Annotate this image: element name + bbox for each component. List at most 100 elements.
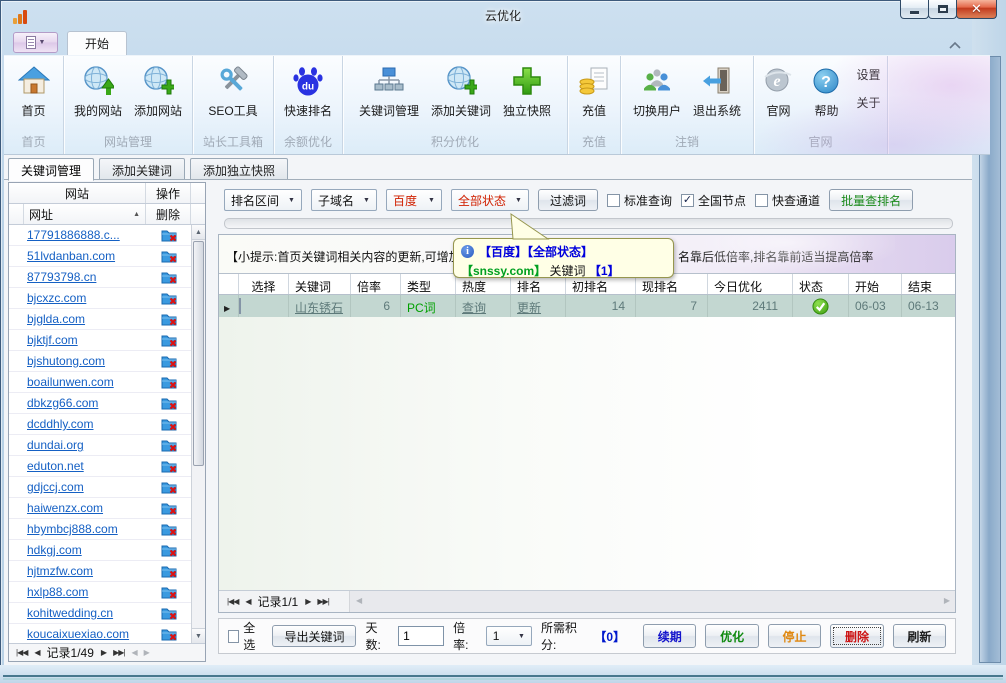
delete-site-button[interactable]	[146, 459, 191, 473]
settings-button[interactable]: 设置	[856, 66, 880, 83]
site-link[interactable]: boailunwen.com	[24, 375, 146, 389]
site-row[interactable]: 17791886888.c...	[9, 225, 191, 246]
site-row[interactable]: boailunwen.com	[9, 372, 191, 393]
my-sites-button[interactable]: 我的网站	[68, 59, 128, 123]
site-list-scrollbar[interactable]: ▲ ▼	[191, 225, 205, 643]
ribbon-tab-start[interactable]: 开始	[67, 31, 127, 55]
column-header-url[interactable]: 网址 ▲	[24, 204, 146, 224]
select-all-checkbox[interactable]	[228, 630, 239, 643]
site-link[interactable]: bjshutong.com	[24, 354, 146, 368]
delete-site-button[interactable]	[146, 354, 191, 368]
standard-query-checkbox[interactable]	[607, 194, 620, 207]
maximize-button[interactable]	[928, 0, 957, 19]
site-link[interactable]: haiwenzx.com	[24, 501, 146, 515]
site-link[interactable]: koucaixuexiao.com	[24, 627, 146, 641]
tab-keyword-manage[interactable]: 关键词管理	[8, 158, 94, 181]
rate-combobox[interactable]: 1▼	[486, 626, 532, 646]
days-input[interactable]	[398, 626, 444, 646]
delete-site-button[interactable]	[146, 291, 191, 305]
collapse-ribbon-button[interactable]	[948, 39, 962, 49]
site-link[interactable]: bjcxzc.com	[24, 291, 146, 305]
delete-site-button[interactable]	[146, 501, 191, 515]
delete-site-button[interactable]	[146, 627, 191, 641]
pager-first-icon[interactable]: |◀◀	[227, 597, 238, 606]
stop-button[interactable]: 停止	[768, 624, 821, 648]
delete-site-button[interactable]	[146, 564, 191, 578]
site-link[interactable]: hjtmzfw.com	[24, 564, 146, 578]
site-row[interactable]: koucaixuexiao.com	[9, 624, 191, 643]
pager-prev-icon[interactable]: ◀	[34, 648, 39, 657]
site-row[interactable]: 51lvdanban.com	[9, 246, 191, 267]
pager-prev-icon[interactable]: ◀	[245, 597, 250, 606]
rank-range-combobox[interactable]: 排名区间▼	[224, 189, 302, 211]
site-row[interactable]: dundai.org	[9, 435, 191, 456]
site-link[interactable]: dbkzg66.com	[24, 396, 146, 410]
renew-button[interactable]: 续期	[643, 624, 696, 648]
engine-combobox[interactable]: 百度▼	[386, 189, 442, 211]
column-header-site[interactable]: 网站	[9, 183, 146, 203]
site-row[interactable]: hbymbcj888.com	[9, 519, 191, 540]
pager-last-icon[interactable]: ▶▶|	[317, 597, 328, 606]
batch-rank-query-button[interactable]: 批量查排名	[829, 189, 913, 211]
delete-site-button[interactable]	[146, 270, 191, 284]
site-link[interactable]: gdjccj.com	[24, 480, 146, 494]
close-button[interactable]: ✕	[956, 0, 997, 19]
delete-site-button[interactable]	[146, 480, 191, 494]
site-link[interactable]: dundai.org	[24, 438, 146, 452]
site-row[interactable]: eduton.net	[9, 456, 191, 477]
site-row[interactable]: bjshutong.com	[9, 351, 191, 372]
home-button[interactable]: 首页	[10, 59, 58, 123]
add-site-button[interactable]: 添加网站	[128, 59, 188, 123]
recharge-button[interactable]: 充值	[570, 59, 618, 123]
export-keywords-button[interactable]: 导出关键词	[272, 625, 356, 647]
site-row[interactable]: 87793798.cn	[9, 267, 191, 288]
site-row[interactable]: gdjccj.com	[9, 477, 191, 498]
delete-site-button[interactable]	[146, 543, 191, 557]
delete-site-button[interactable]	[146, 606, 191, 620]
scrollbar-thumb[interactable]	[193, 241, 204, 466]
col-type[interactable]: 类型	[401, 274, 456, 294]
pager-next-icon[interactable]: ▶	[305, 597, 310, 606]
col-end[interactable]: 结束	[902, 274, 955, 294]
site-row[interactable]: dbkzg66.com	[9, 393, 191, 414]
row-checkbox[interactable]	[239, 298, 241, 314]
about-button[interactable]: 关于	[856, 94, 880, 111]
site-row[interactable]: hdkgj.com	[9, 540, 191, 561]
keyword-row[interactable]: ▶ 山东锈石 6 PC词 查询 更新 14 7 2411 06-03 06-13	[219, 295, 955, 317]
site-link[interactable]: eduton.net	[24, 459, 146, 473]
delete-site-button[interactable]	[146, 522, 191, 536]
site-link[interactable]: hbymbcj888.com	[24, 522, 146, 536]
site-row[interactable]: kohitwedding.cn	[9, 603, 191, 624]
site-row[interactable]: dcddhly.com	[9, 414, 191, 435]
column-header-delete[interactable]: 删除	[146, 204, 191, 224]
site-link[interactable]: 51lvdanban.com	[24, 249, 146, 263]
optimize-button[interactable]: 优化	[705, 624, 758, 648]
delete-button[interactable]: 删除	[830, 624, 883, 648]
seo-tools-button[interactable]: SEO工具	[202, 59, 263, 123]
pager-first-icon[interactable]: |◀◀	[16, 648, 27, 657]
site-link[interactable]: 87793798.cn	[24, 270, 146, 284]
tab-add-snapshot[interactable]: 添加独立快照	[190, 158, 288, 180]
standalone-snapshot-button[interactable]: 独立快照	[497, 59, 557, 123]
site-link[interactable]: bjglda.com	[24, 312, 146, 326]
col-select[interactable]: 选择	[239, 274, 289, 294]
site-link[interactable]: 17791886888.c...	[24, 228, 146, 242]
delete-site-button[interactable]	[146, 396, 191, 410]
fast-rank-button[interactable]: du 快速排名	[278, 59, 338, 123]
application-menu-button[interactable]: ▼	[13, 32, 58, 53]
pager-next-icon[interactable]: ▶	[101, 648, 106, 657]
status-combobox[interactable]: 全部状态▼	[451, 189, 529, 211]
minimize-button[interactable]	[900, 0, 929, 19]
site-link[interactable]: hdkgj.com	[24, 543, 146, 557]
site-link[interactable]: hxlp88.com	[24, 585, 146, 599]
site-row[interactable]: haiwenzx.com	[9, 498, 191, 519]
delete-site-button[interactable]	[146, 228, 191, 242]
col-rate[interactable]: 倍率	[351, 274, 401, 294]
delete-site-button[interactable]	[146, 333, 191, 347]
subdomain-combobox[interactable]: 子域名▼	[311, 189, 377, 211]
delete-site-button[interactable]	[146, 375, 191, 389]
help-button[interactable]: ? 帮助	[802, 59, 850, 123]
site-row[interactable]: bjktjf.com	[9, 330, 191, 351]
col-keyword[interactable]: 关键词	[289, 274, 351, 294]
delete-site-button[interactable]	[146, 438, 191, 452]
